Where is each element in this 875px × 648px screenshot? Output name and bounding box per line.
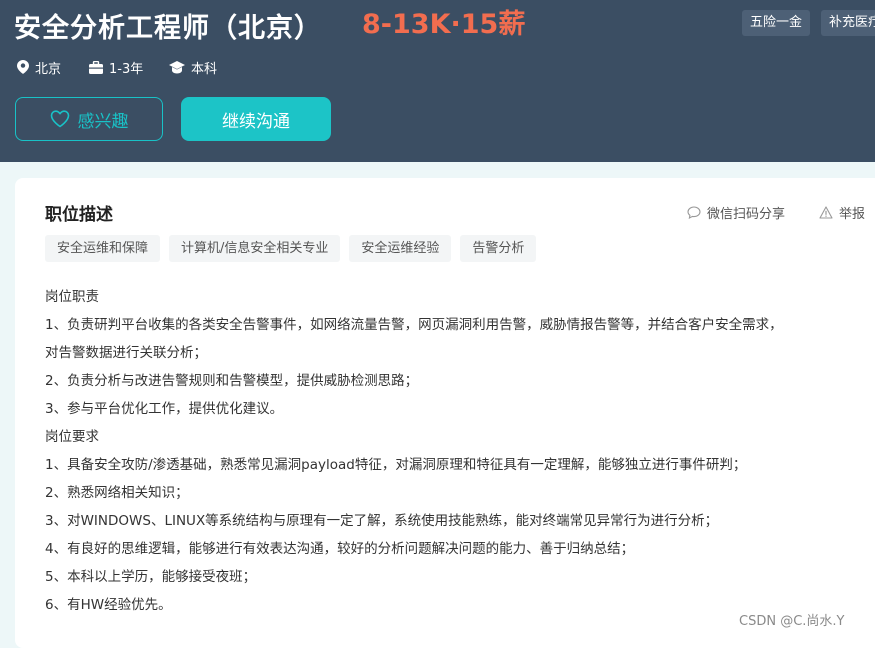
report-label: 举报 [839, 207, 866, 222]
interest-button[interactable]: 感兴趣 [15, 97, 163, 141]
description-line: 3、对WINDOWS、LINUX等系统结构与原理有一定了解，系统使用技能熟练，能… [45, 513, 719, 529]
skill-tags: 安全运维和保障 计算机/信息安全相关专业 安全运维经验 告警分析 [45, 235, 545, 262]
experience-text: 1-3年 [109, 61, 144, 77]
salary: 8-13K·15薪 [362, 9, 526, 40]
chat-bubble-icon [687, 206, 701, 219]
benefit-tag: 补充医疗 [821, 10, 875, 36]
meta-experience: 1-3年 [89, 58, 144, 77]
skill-tag[interactable]: 计算机/信息安全相关专业 [169, 235, 341, 262]
description-line: 5、本科以上学历，能够接受夜班； [45, 569, 257, 585]
description-line: 对告警数据进行关联分析； [45, 345, 207, 361]
skill-tag[interactable]: 告警分析 [460, 235, 537, 262]
job-header: 安全分析工程师（北京） 8-13K·15薪 五险一金 补充医疗 北京 1-3年 … [0, 0, 875, 162]
description-line: 1、具备安全攻防/渗透基础，熟悉常见漏洞payload特征，对漏洞原理和特征具有… [45, 457, 747, 473]
job-title: 安全分析工程师（北京） [14, 13, 322, 44]
description-line: 2、熟悉网络相关知识； [45, 485, 189, 501]
description-line: 岗位要求 [45, 429, 99, 445]
description-line: 岗位职责 [45, 289, 99, 305]
description-line: 1、负责研判平台收集的各类安全告警事件，如网络流量告警，网页漏洞利用告警，威胁情… [45, 317, 783, 333]
section-title: 职位描述 [45, 205, 113, 225]
description-line: 2、负责分析与改进告警规则和告警模型，提供威胁检测思路； [45, 373, 419, 389]
meta-degree: 本科 [169, 58, 218, 77]
csdn-watermark: CSDN @C.尚水.Y [739, 614, 845, 629]
heart-icon [50, 110, 69, 128]
degree-text: 本科 [191, 61, 218, 77]
benefit-tag: 五险一金 [742, 10, 811, 36]
report-button[interactable]: 举报 [819, 203, 865, 222]
meta-location: 北京 [17, 58, 62, 77]
wechat-share-button[interactable]: 微信扫码分享 [687, 203, 785, 222]
briefcase-icon [89, 60, 103, 74]
location-text: 北京 [35, 61, 62, 77]
continue-chat-button[interactable]: 继续沟通 [181, 97, 331, 141]
share-label: 微信扫码分享 [707, 207, 786, 222]
job-description-text: 岗位职责 1、负责研判平台收集的各类安全告警事件，如网络流量告警，网页漏洞利用告… [45, 283, 875, 619]
description-line: 4、有良好的思维逻辑，能够进行有效表达沟通，较好的分析问题解决问题的能力、善于归… [45, 541, 635, 557]
description-line: 3、参与平台优化工作，提供优化建议。 [45, 401, 284, 417]
warning-icon [819, 206, 833, 219]
interest-label: 感兴趣 [77, 111, 129, 132]
skill-tag[interactable]: 安全运维和保障 [45, 235, 161, 262]
job-description-card: 职位描述 微信扫码分享 举报 安全运维和保障 计算机/信息安全相关专业 安全运维… [15, 178, 875, 648]
skill-tag[interactable]: 安全运维经验 [349, 235, 452, 262]
graduation-cap-icon [169, 60, 185, 73]
location-pin-icon [17, 60, 29, 74]
